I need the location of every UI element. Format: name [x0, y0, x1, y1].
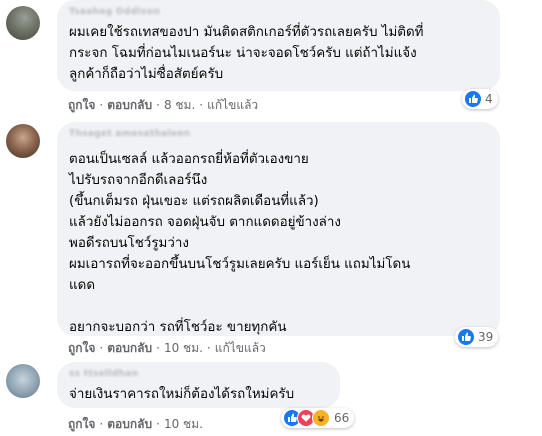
comment-bubble: ss ttselldhan จ่ายเงินราคารถใหม่ก็ต้องได…: [57, 362, 340, 408]
haha-icon: [312, 409, 330, 427]
edited-label: แก้ไขแล้ว: [214, 341, 266, 355]
reaction-count: 39: [478, 330, 494, 344]
like-link[interactable]: ถูกใจ: [68, 341, 95, 355]
like-icon: [465, 91, 481, 107]
reply-link[interactable]: ตอบกลับ: [107, 417, 152, 431]
comment-text: จ่ายเงินราคารถใหม่ก็ต้องได้รถใหม่ครับ: [69, 387, 295, 402]
reaction-summary[interactable]: 39: [455, 327, 499, 347]
like-link[interactable]: ถูกใจ: [68, 98, 95, 112]
timestamp[interactable]: 10 ชม.: [164, 341, 203, 355]
edited-label: แก้ไขแล้ว: [207, 98, 259, 112]
avatar[interactable]: [6, 124, 40, 158]
comment-actions: ถูกใจ · ตอบกลับ · 10 ชม.: [68, 417, 203, 431]
avatar[interactable]: [6, 6, 40, 40]
reaction-summary[interactable]: 4: [462, 89, 498, 109]
comment-text: ผมเคยใช้รถเทสของปา มันติดสติกเกอร์ที่ตัว…: [69, 25, 424, 82]
like-link[interactable]: ถูกใจ: [68, 417, 95, 431]
timestamp[interactable]: 10 ชม.: [164, 417, 203, 431]
comment-author[interactable]: ss ttselldhan: [69, 369, 138, 379]
comment-text: ตอนเป็นเซลล์ แล้วออกรถยี่ห้อที่ตัวเองขาย…: [69, 152, 411, 335]
comment-bubble: Thsaget amesathaleen ตอนเป็นเซลล์ แล้วออ…: [57, 122, 500, 336]
timestamp[interactable]: 8 ชม.: [164, 98, 195, 112]
reaction-count: 4: [485, 92, 493, 106]
avatar[interactable]: [6, 364, 40, 398]
comment-actions: ถูกใจ · ตอบกลับ · 8 ชม. · แก้ไขแล้ว: [68, 98, 259, 112]
like-icon: [458, 329, 474, 345]
comment-author[interactable]: Tsaaheg Oddlxon: [69, 7, 160, 17]
comment-author[interactable]: Thsaget amesathaleen: [69, 129, 190, 139]
comment-bubble: Tsaaheg Oddlxon ผมเคยใช้รถเทสของปา มันติ…: [57, 0, 500, 91]
reply-link[interactable]: ตอบกลับ: [107, 98, 152, 112]
reaction-summary[interactable]: 66: [281, 408, 355, 428]
reply-link[interactable]: ตอบกลับ: [107, 341, 152, 355]
reaction-count: 66: [334, 411, 350, 425]
comment-actions: ถูกใจ · ตอบกลับ · 10 ชม. · แก้ไขแล้ว: [68, 341, 266, 355]
